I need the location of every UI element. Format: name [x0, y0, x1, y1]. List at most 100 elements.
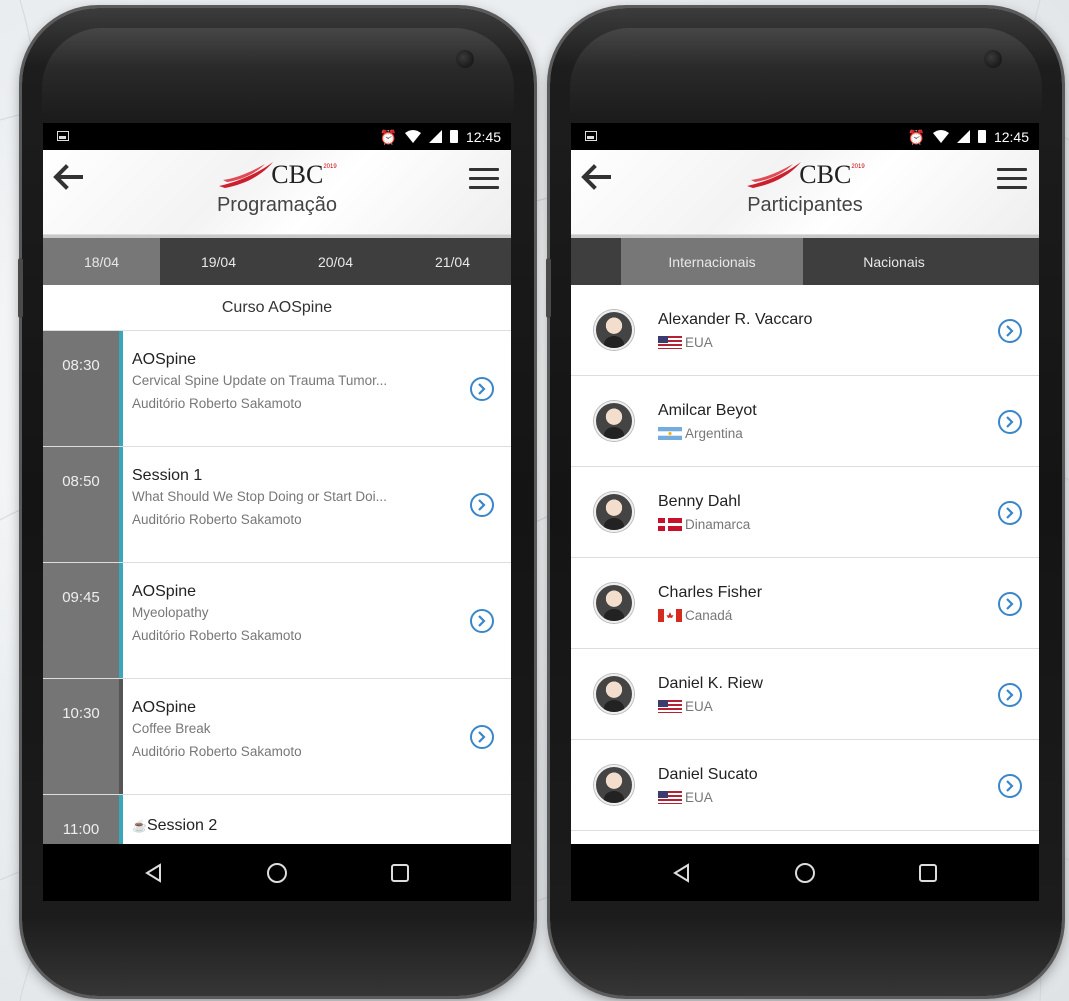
- volume-button: [546, 258, 551, 318]
- tab-date-2[interactable]: 19/04: [160, 238, 277, 285]
- signal-icon: [956, 130, 970, 143]
- participant-name: Benny Dahl: [658, 492, 741, 510]
- nav-back-icon[interactable]: [139, 858, 169, 888]
- alarm-icon: ⏰: [379, 128, 397, 145]
- event-place: Auditório Roberto Sakamoto: [132, 396, 302, 411]
- tab-date-4[interactable]: 21/04: [394, 238, 511, 285]
- cbc-logo: CBC 2019: [43, 158, 511, 192]
- country-label: Canadá: [685, 607, 733, 623]
- tab-date-1[interactable]: 18/04: [43, 238, 160, 285]
- tab-nacionais[interactable]: Nacionais: [803, 238, 985, 285]
- android-nav-bar: [571, 844, 1039, 901]
- chevron-right-circle-icon[interactable]: [470, 609, 494, 633]
- chevron-right-circle-icon[interactable]: [998, 683, 1022, 707]
- event-row[interactable]: 08:30 AOSpine Cervical Spine Update on T…: [43, 331, 511, 447]
- section-title: Curso AOSpine: [43, 285, 511, 331]
- participant-row[interactable]: Daniel Sucato EUA: [571, 740, 1039, 831]
- event-description: Coffee Break: [132, 721, 211, 736]
- nav-back-icon[interactable]: [667, 858, 697, 888]
- participant-country: EUA: [658, 699, 763, 714]
- android-nav-bar: [43, 844, 511, 901]
- event-title: AOSpine: [132, 351, 197, 368]
- chevron-right-circle-icon[interactable]: [998, 319, 1022, 343]
- nav-home-icon[interactable]: [262, 858, 292, 888]
- chevron-right-circle-icon[interactable]: [998, 774, 1022, 798]
- event-place: Auditório Roberto Sakamoto: [132, 744, 302, 759]
- chevron-right-circle-icon[interactable]: [470, 377, 494, 401]
- participant-row[interactable]: Benny Dahl Dinamarca: [571, 467, 1039, 558]
- event-title: AOSpine: [132, 699, 197, 716]
- event-row[interactable]: 09:45 AOSpine Myeolopathy Auditório Robe…: [43, 563, 511, 679]
- country-label: EUA: [685, 698, 713, 714]
- event-description: What Should We Stop Doing or Start Doi..…: [132, 489, 387, 504]
- logo-year: 2019: [323, 164, 337, 170]
- phone-gloss: [42, 28, 514, 118]
- app-header: CBC 2019 Programação: [43, 150, 511, 235]
- coffee-icon: ☕: [132, 819, 147, 833]
- nav-home-icon[interactable]: [790, 858, 820, 888]
- date-tabs: 18/04 19/04 20/04 21/04: [43, 235, 511, 285]
- avatar: [594, 583, 634, 623]
- avatar: [594, 674, 634, 714]
- argentina-flag-icon: [658, 426, 682, 440]
- us-flag-icon: [658, 699, 682, 713]
- camera-icon: [456, 50, 474, 68]
- camera-icon: [984, 50, 1002, 68]
- tab-date-3[interactable]: 20/04: [277, 238, 394, 285]
- menu-button[interactable]: [469, 168, 499, 194]
- event-title: Session 1: [132, 467, 203, 484]
- event-title: AOSpine: [132, 583, 197, 600]
- denmark-flag-icon: [658, 517, 682, 531]
- chevron-right-circle-icon[interactable]: [998, 410, 1022, 434]
- page-title: Programação: [216, 194, 338, 216]
- event-time: 10:30: [43, 679, 119, 794]
- participant-country: Canadá: [658, 608, 762, 623]
- screen-programacao: ⏰ 12:45 CBC 2019 Programação 18/04 19/04…: [43, 123, 511, 901]
- chevron-right-circle-icon[interactable]: [998, 592, 1022, 616]
- country-label: Argentina: [685, 425, 743, 441]
- participant-country: EUA: [658, 790, 758, 805]
- canada-flag-icon: [658, 608, 682, 622]
- phone-right: ⏰ 12:45 CBC 2019 Participantes Internaci…: [546, 8, 1062, 996]
- avatar: [594, 492, 634, 532]
- screen-participantes: ⏰ 12:45 CBC 2019 Participantes Internaci…: [571, 123, 1039, 901]
- participant-row[interactable]: Daniel K. Riew EUA: [571, 649, 1039, 740]
- participant-tabs: Internacionais Nacionais: [571, 235, 1039, 285]
- event-place: Auditório Roberto Sakamoto: [132, 628, 302, 643]
- country-label: EUA: [685, 334, 713, 350]
- chevron-right-circle-icon[interactable]: [998, 501, 1022, 525]
- nav-recents-icon[interactable]: [913, 858, 943, 888]
- event-time: 08:50: [43, 447, 119, 562]
- country-label: Dinamarca: [685, 516, 751, 532]
- logo-year: 2019: [851, 164, 865, 170]
- menu-button[interactable]: [997, 168, 1027, 194]
- nav-recents-icon[interactable]: [385, 858, 415, 888]
- event-place: Auditório Roberto Sakamoto: [132, 512, 302, 527]
- event-row[interactable]: 10:30 AOSpine Coffee Break Auditório Rob…: [43, 679, 511, 795]
- alarm-icon: ⏰: [907, 128, 925, 145]
- wifi-icon: [404, 130, 421, 143]
- participant-row[interactable]: Alexander R. Vaccaro EUA: [571, 285, 1039, 376]
- logo-text: CBC: [799, 160, 852, 189]
- participant-name: Alexander R. Vaccaro: [658, 310, 813, 328]
- participant-country: EUA: [658, 335, 812, 350]
- page-title: Participantes: [747, 194, 863, 216]
- chevron-right-circle-icon[interactable]: [470, 493, 494, 517]
- participant-country: Dinamarca: [658, 517, 750, 532]
- tab-internacionais[interactable]: Internacionais: [621, 238, 803, 285]
- event-row[interactable]: 08:50 Session 1 What Should We Stop Doin…: [43, 447, 511, 563]
- phone-left: ⏰ 12:45 CBC 2019 Programação 18/04 19/04…: [18, 8, 534, 996]
- chevron-right-circle-icon[interactable]: [470, 725, 494, 749]
- status-time: 12:45: [993, 128, 1029, 145]
- participant-row[interactable]: Amilcar Beyot Argentina: [571, 376, 1039, 467]
- participant-name: Charles Fisher: [658, 583, 763, 601]
- logo-swoosh-icon: [219, 162, 274, 188]
- volume-button: [18, 258, 23, 318]
- phone-gloss: [570, 28, 1042, 118]
- event-time: 08:30: [43, 331, 119, 446]
- status-time: 12:45: [465, 128, 501, 145]
- wifi-icon: [932, 130, 949, 143]
- participant-name: Amilcar Beyot: [658, 401, 757, 419]
- participant-row[interactable]: Charles Fisher Canadá: [571, 558, 1039, 649]
- battery-icon: [977, 130, 986, 143]
